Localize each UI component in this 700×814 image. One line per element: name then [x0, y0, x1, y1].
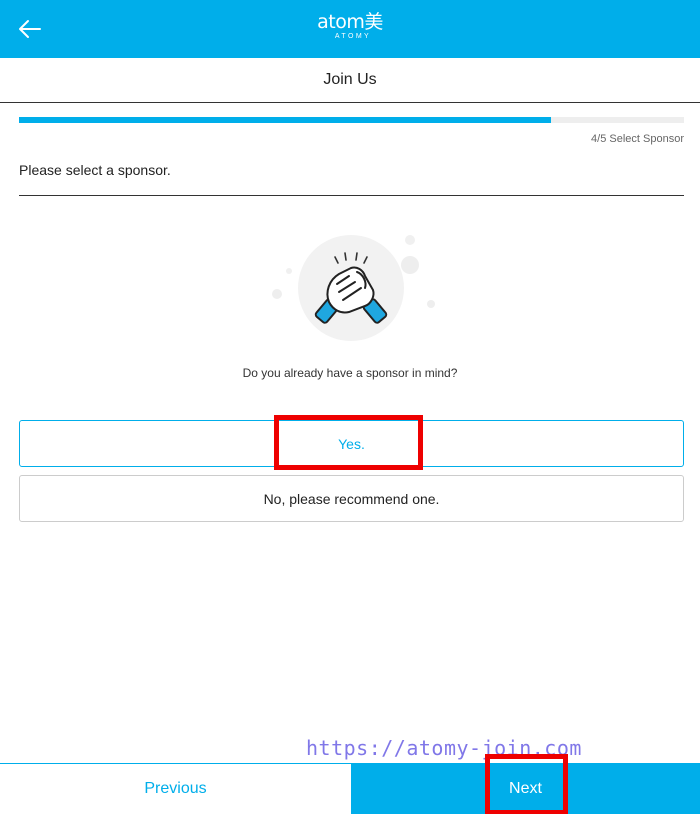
handshake-icon: [272, 235, 435, 341]
section-title: Please select a sponsor.: [19, 162, 171, 178]
watermark-url: https://atomy-join.com: [306, 736, 582, 760]
handshake-illustration: [265, 232, 437, 342]
yes-option-label: Yes.: [338, 435, 365, 452]
next-button[interactable]: Next: [351, 764, 700, 814]
next-button-label: Next: [509, 780, 542, 797]
sponsor-question: Do you already have a sponsor in mind?: [242, 366, 458, 380]
progress-bar: [19, 117, 684, 123]
top-bar: atom美 ATOMY: [0, 0, 700, 58]
page-title: Join Us: [323, 71, 377, 88]
yes-option-button[interactable]: Yes.: [19, 420, 684, 467]
previous-button[interactable]: Previous: [0, 764, 351, 814]
previous-button-label: Previous: [144, 780, 207, 797]
step-label: 4/5 Select Sponsor: [591, 133, 684, 145]
logo-subtext: ATOMY: [334, 33, 372, 40]
no-option-button[interactable]: No, please recommend one.: [19, 475, 684, 522]
section-divider: [19, 195, 684, 196]
footer-nav: Previous Next: [0, 763, 700, 814]
page-title-bar: Join Us: [0, 58, 700, 103]
no-option-label: No, please recommend one.: [263, 490, 440, 507]
progress-bar-fill: [19, 117, 551, 123]
logo-text: atom美: [317, 11, 383, 33]
atomy-logo: atom美 ATOMY: [0, 12, 700, 41]
